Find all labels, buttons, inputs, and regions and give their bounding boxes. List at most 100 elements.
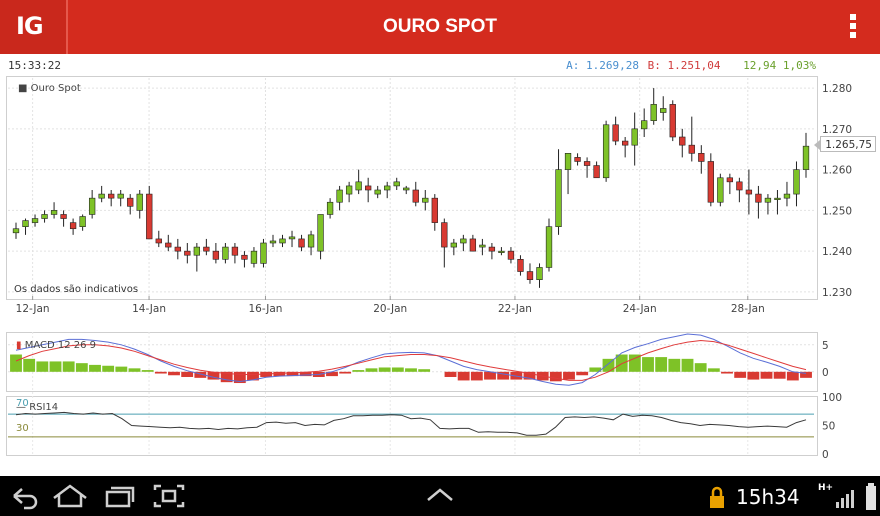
- main-legend-label: Ouro Spot: [30, 83, 81, 94]
- candle-body: [108, 193, 115, 199]
- screenshot-icon[interactable]: [153, 484, 185, 508]
- candle-body: [136, 193, 143, 211]
- candle-body: [726, 177, 734, 183]
- macd-histogram-bar: [141, 370, 154, 372]
- candle-body: [422, 197, 429, 203]
- macd-histogram-bar: [89, 364, 101, 372]
- candle-body: [326, 201, 334, 215]
- candle-body: [745, 189, 753, 195]
- candle-body: [564, 153, 572, 170]
- candle-body: [174, 246, 181, 252]
- macd-histogram-bar: [23, 358, 36, 372]
- candle-body: [602, 124, 610, 179]
- macd-histogram-bar: [576, 371, 589, 376]
- candle-body: [317, 214, 324, 252]
- macd-histogram-bar: [655, 357, 668, 372]
- candle-body: [193, 246, 200, 256]
- candle-body: [660, 108, 667, 113]
- battery-icon: [866, 483, 876, 510]
- status-clock: 15h34: [736, 485, 800, 509]
- x-tick-label: 20-Jan: [373, 303, 407, 315]
- candle-body: [222, 246, 229, 260]
- candle-body: [679, 136, 686, 146]
- macd-tick-label: 5: [822, 340, 829, 352]
- x-tick-label: 28-Jan: [731, 303, 765, 315]
- recent-apps-icon[interactable]: [105, 486, 135, 508]
- candle-body: [555, 169, 562, 227]
- candle-body: [288, 236, 296, 240]
- candle-body: [307, 234, 315, 248]
- candle-body: [650, 104, 657, 121]
- rsi-line: [15, 411, 807, 436]
- y-tick-label: 1.260: [822, 165, 852, 177]
- macd-histogram-bar: [549, 371, 562, 382]
- candle-body: [698, 153, 705, 162]
- candle-body: [783, 193, 791, 199]
- network-type: H+: [818, 483, 834, 493]
- candle-body: [146, 193, 153, 240]
- back-icon[interactable]: [13, 488, 38, 510]
- candle-body: [203, 246, 210, 252]
- candle-body: [612, 124, 619, 142]
- candle-body: [669, 104, 676, 138]
- candle-body: [460, 238, 467, 244]
- candle-body: [574, 157, 581, 162]
- macd-tick-label: 0: [822, 367, 829, 379]
- y-tick-label: 1.250: [822, 205, 852, 217]
- macd-histogram-bar: [694, 363, 707, 372]
- candle-body: [336, 189, 343, 203]
- rsi-tick-label: 100: [822, 392, 842, 404]
- candle-body: [355, 181, 362, 191]
- rsi-legend-label: RSI14: [29, 402, 59, 413]
- candle-body: [212, 250, 220, 260]
- indicative-note: Os dados são indicativos: [14, 284, 139, 295]
- macd-histogram-bar: [721, 371, 733, 374]
- candle-body: [365, 185, 372, 191]
- candle-body: [60, 214, 67, 219]
- candle-body: [393, 181, 400, 187]
- candle-body: [165, 242, 172, 248]
- macd-histogram-bar: [168, 371, 180, 376]
- rsi-tick-label: 0: [822, 449, 829, 461]
- candle-body: [79, 216, 86, 227]
- candle-body: [374, 189, 381, 195]
- candle-body: [260, 242, 267, 264]
- candle-body: [31, 218, 39, 223]
- candle-body: [488, 246, 496, 252]
- candle-body: [231, 246, 239, 256]
- candle-body: [507, 250, 515, 260]
- macd-histogram-bar: [642, 357, 654, 372]
- chevron-up-icon[interactable]: [427, 488, 453, 501]
- x-tick-label: 12-Jan: [16, 303, 50, 315]
- candle-body: [717, 177, 724, 203]
- macd-histogram-bar: [154, 371, 167, 374]
- candle-body: [736, 181, 743, 191]
- macd-histogram-bar: [668, 358, 681, 372]
- candle-body: [479, 244, 486, 248]
- candle-body: [117, 193, 124, 199]
- candle-body: [764, 197, 772, 203]
- macd-histogram-bar: [10, 354, 22, 372]
- home-icon[interactable]: [53, 484, 87, 508]
- candle-body: [755, 193, 762, 203]
- candle-body: [269, 240, 277, 244]
- macd-histogram-bar: [734, 371, 747, 378]
- macd-histogram-bar: [615, 354, 628, 372]
- candle-body: [517, 259, 524, 272]
- macd-histogram-bar: [75, 363, 88, 372]
- candle-body: [707, 161, 714, 203]
- macd-legend: ▮ MACD 12 26 9: [16, 340, 97, 351]
- candle-body: [184, 250, 191, 256]
- x-tick-label: 22-Jan: [498, 303, 532, 315]
- candle-body: [155, 238, 162, 244]
- candle-body: [802, 145, 810, 170]
- macd-histogram-bar: [747, 371, 760, 380]
- macd-histogram-bar: [786, 371, 799, 381]
- macd-legend-label: MACD 12 26 9: [24, 340, 97, 351]
- candle-body: [22, 220, 29, 227]
- macd-histogram-bar: [352, 370, 365, 372]
- candle-body: [88, 197, 96, 215]
- x-tick-label: 16-Jan: [249, 303, 283, 315]
- rsi-level-30: 30: [16, 423, 29, 434]
- y-tick-label: 1.270: [822, 124, 852, 136]
